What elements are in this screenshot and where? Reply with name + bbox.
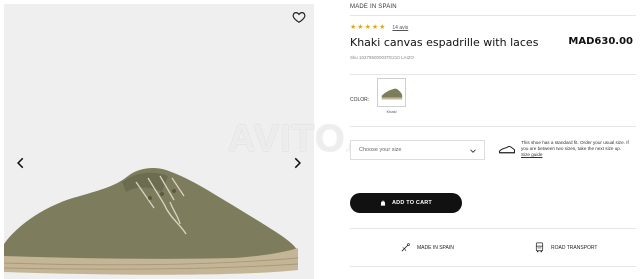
divider: [350, 266, 636, 267]
divider: [350, 74, 636, 75]
feature-label: ROAD TRANSPORT: [551, 244, 598, 251]
divider: [350, 126, 636, 127]
star-icon: ★: [371, 24, 379, 31]
feature-made-in-spain: MADE IN SPAIN: [400, 242, 454, 253]
needle-icon: [401, 243, 410, 252]
feature-road-transport: ROAD TRANSPORT: [534, 242, 598, 253]
size-placeholder: Choose your size: [359, 147, 402, 153]
divider: [350, 15, 636, 16]
feature-label: MADE IN SPAIN: [417, 244, 454, 251]
product-image: [4, 168, 299, 275]
swatch-label: Khaki: [386, 109, 397, 114]
chevron-down-icon: [470, 149, 476, 153]
size-guide-link[interactable]: Size guide: [521, 152, 542, 157]
star-icon: ★: [357, 24, 364, 31]
size-select[interactable]: Choose your size: [350, 140, 485, 160]
rating: ★ ★ ★ ★ ★ 14 avis: [350, 24, 408, 31]
truck-icon: [535, 242, 544, 253]
product-info: MADE IN SPAIN ★ ★ ★ ★ ★ 14 avis Khaki ca…: [350, 0, 636, 279]
star-icon: ★: [364, 24, 371, 31]
star-icon: ★: [350, 24, 357, 31]
fit-note: This shoe has a standard fit. Order your…: [521, 140, 635, 158]
origin-label: MADE IN SPAIN: [350, 4, 397, 10]
product-title: Khaki canvas espadrille with laces: [350, 36, 539, 49]
heart-icon[interactable]: [292, 10, 306, 24]
fit-note-text: This shoe has a standard fit. Order your…: [521, 140, 629, 151]
star-icon: ★: [379, 24, 386, 31]
product-price: MAD630.00: [568, 36, 633, 47]
product-gallery: [4, 4, 314, 279]
add-to-cart-label: ADD TO CART: [392, 200, 432, 206]
swatch-shoe-thumbnail: [381, 88, 403, 100]
reviews-link[interactable]: 14 avis: [392, 25, 408, 31]
shoe-fit-icon: [498, 145, 516, 154]
bag-icon: [380, 200, 386, 206]
divider: [350, 228, 636, 229]
color-label: COLOR:: [350, 97, 370, 103]
product-sku: Sku 10278500003TE210 LAIZO: [350, 55, 415, 60]
add-to-cart-button[interactable]: ADD TO CART: [350, 193, 462, 213]
color-swatch-khaki[interactable]: [377, 78, 406, 107]
